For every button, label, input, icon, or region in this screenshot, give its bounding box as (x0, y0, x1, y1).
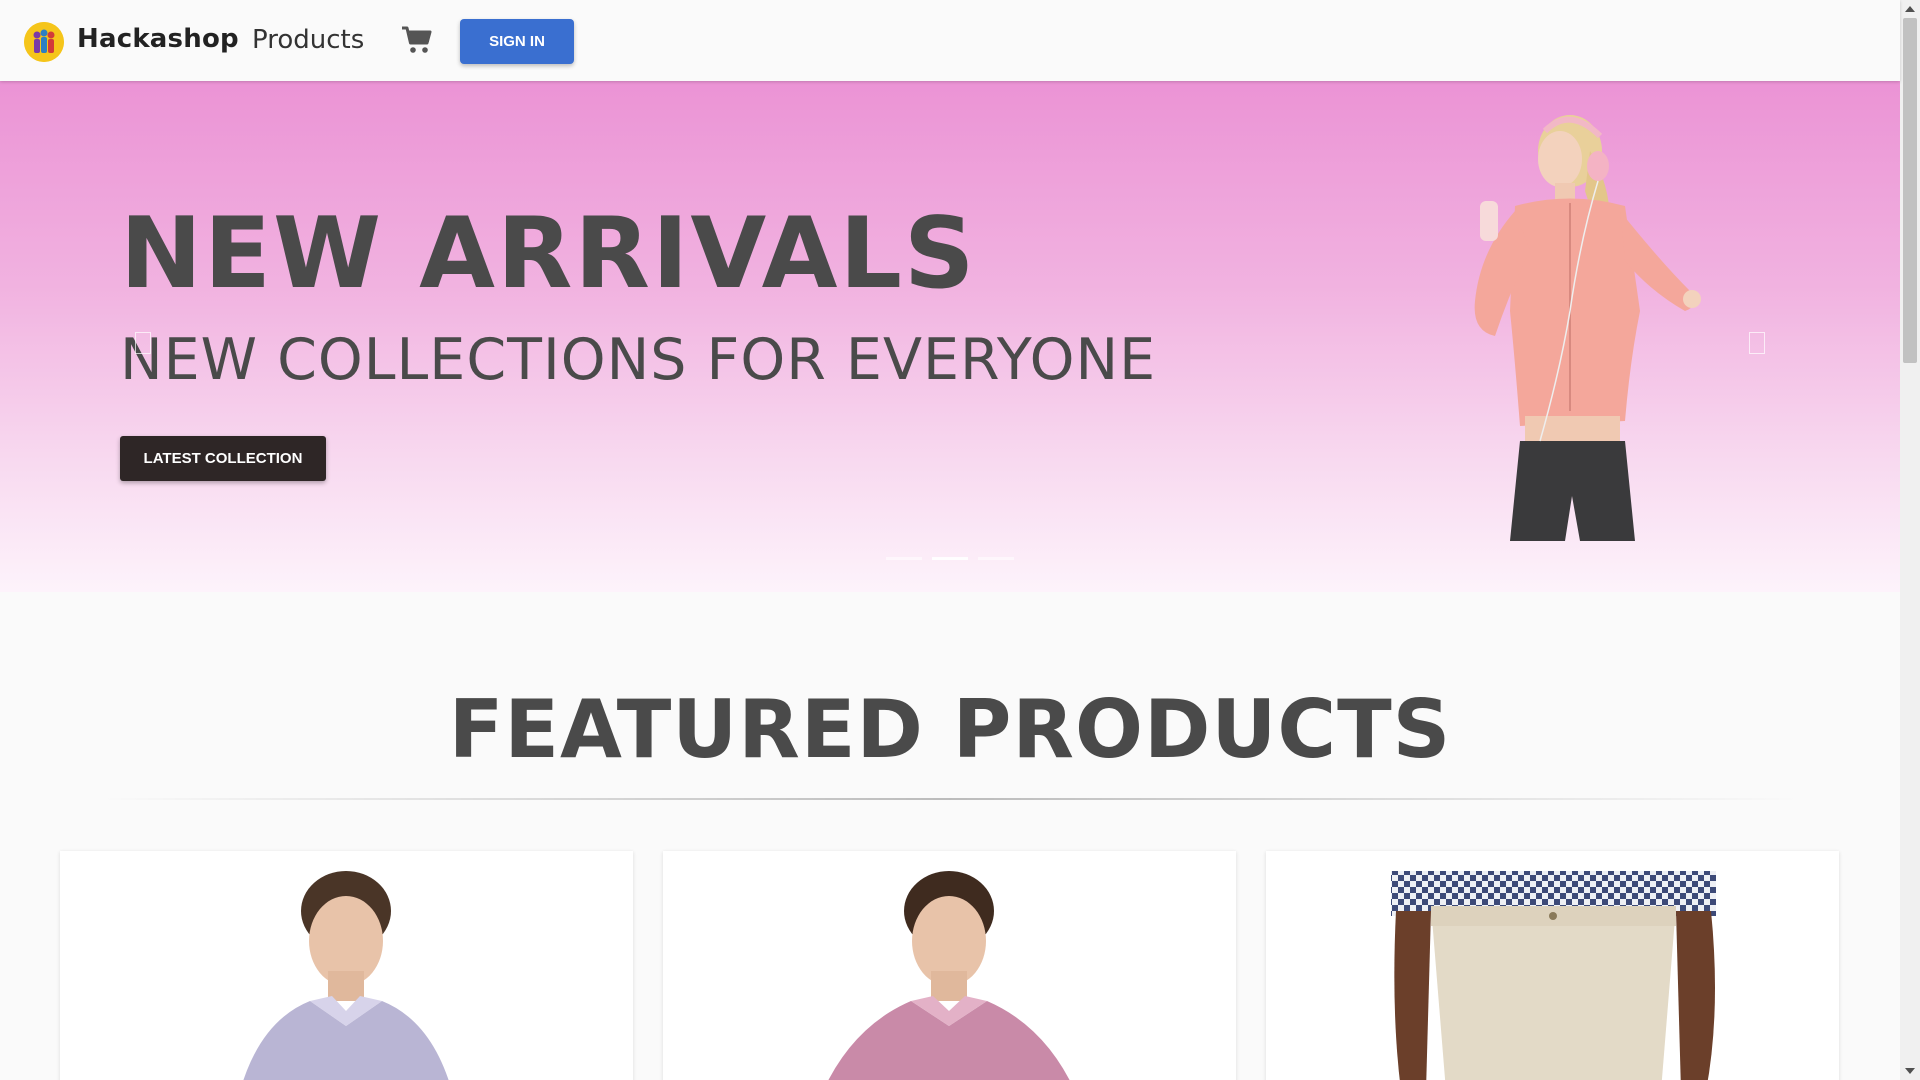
hero-subtitle: NEW COLLECTIONS FOR EVERYONE (120, 327, 1157, 393)
scroll-down-arrow-icon[interactable] (1905, 1068, 1915, 1074)
product-card[interactable] (1266, 851, 1839, 1080)
people-logo-icon[interactable] (24, 22, 64, 62)
product-card[interactable] (60, 851, 633, 1080)
latest-collection-button[interactable]: LATEST COLLECTION (120, 436, 326, 481)
product-image-shirt-lavender (243, 871, 449, 1080)
carousel-indicator[interactable] (886, 557, 922, 560)
section-divider (100, 798, 1800, 800)
hero-model-image (1474, 115, 1701, 541)
hero-carousel: NEW ARRIVALS NEW COLLECTIONS FOR EVERYON… (0, 81, 1900, 592)
carousel-indicator[interactable] (978, 557, 1014, 560)
scroll-up-arrow-icon[interactable] (1905, 6, 1915, 12)
carousel-prev-icon[interactable] (135, 332, 151, 354)
brand-name[interactable]: Hackashop (77, 24, 239, 54)
carousel-indicators (886, 557, 1014, 560)
carousel-next-icon[interactable] (1749, 332, 1765, 354)
scrollbar-thumb[interactable] (1903, 18, 1917, 363)
carousel-indicator-active[interactable] (932, 557, 968, 560)
featured-products-title: FEATURED PRODUCTS (448, 683, 1452, 776)
product-image-chinos (1391, 871, 1716, 1080)
product-card[interactable] (663, 851, 1236, 1080)
nav-products-link[interactable]: Products (252, 25, 364, 55)
sign-in-button[interactable]: SIGN IN (460, 19, 574, 64)
shopping-cart-icon[interactable] (401, 25, 433, 55)
navbar: Hackashop Products SIGN IN (0, 0, 1900, 81)
hero-title: NEW ARRIVALS (120, 197, 977, 311)
product-image-shirt-pink (828, 871, 1070, 1080)
vertical-scrollbar[interactable] (1900, 0, 1920, 1080)
